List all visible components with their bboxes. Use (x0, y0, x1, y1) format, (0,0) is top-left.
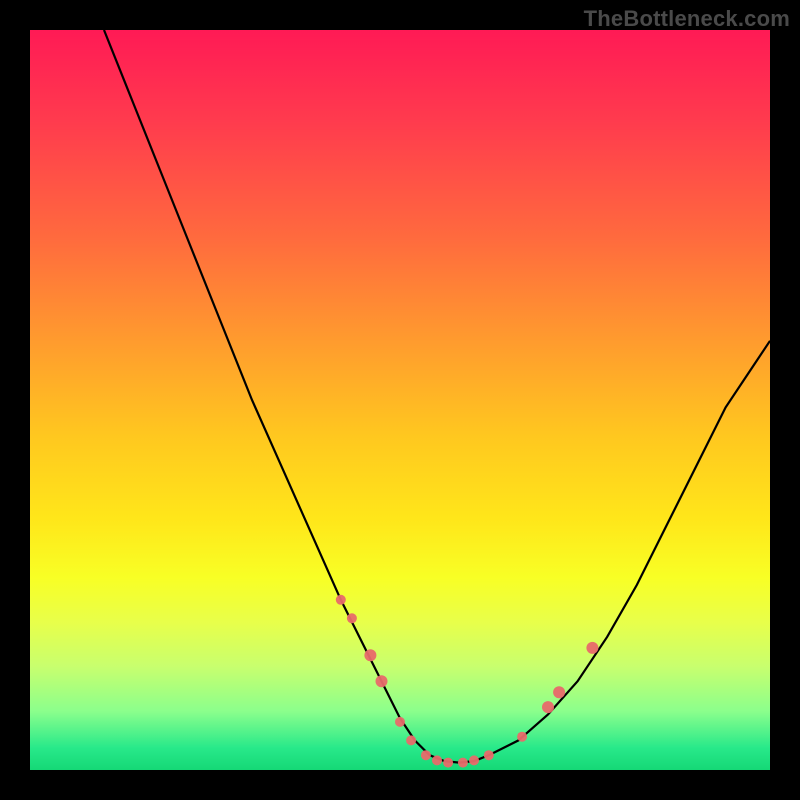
marker-point (376, 675, 388, 687)
marker-point (484, 750, 494, 760)
marker-point (336, 595, 346, 605)
marker-point (458, 758, 468, 768)
watermark-text: TheBottleneck.com (584, 6, 790, 32)
marker-point (517, 732, 527, 742)
plot-area (30, 30, 770, 770)
chart-svg (30, 30, 770, 770)
bottleneck-curve (104, 30, 770, 763)
marker-point (395, 717, 405, 727)
marker-point (443, 758, 453, 768)
marker-point (347, 613, 357, 623)
marker-point (432, 755, 442, 765)
marker-point (553, 686, 565, 698)
marker-point (586, 642, 598, 654)
chart-frame: TheBottleneck.com (0, 0, 800, 800)
marker-layer (336, 595, 599, 768)
marker-point (406, 735, 416, 745)
marker-point (542, 701, 554, 713)
marker-point (364, 649, 376, 661)
marker-point (421, 750, 431, 760)
marker-point (469, 755, 479, 765)
